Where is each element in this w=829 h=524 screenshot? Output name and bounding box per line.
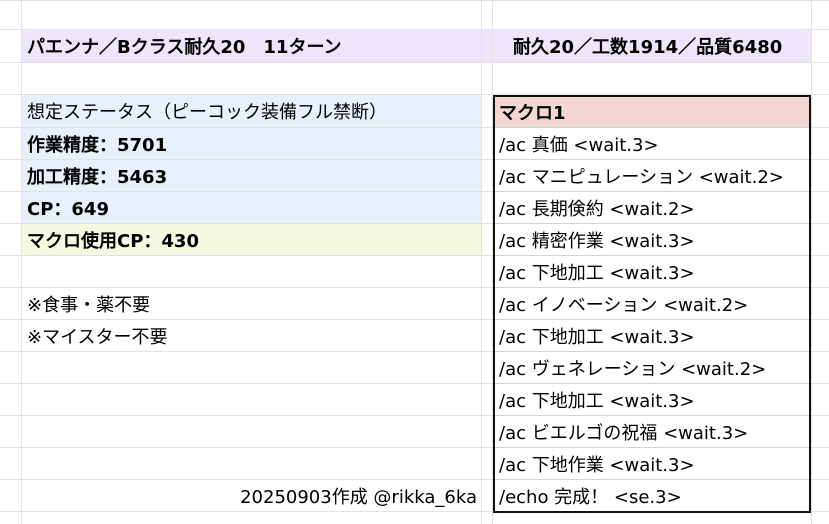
grid-line [481,0,482,524]
cp-cell[interactable]: CP：649 [22,192,481,223]
recipe-title-cell[interactable]: パエンナ／Bクラス耐久20 11ターン [22,30,481,62]
control-cell[interactable]: 加工精度：5463 [22,160,481,191]
macro-divider [493,223,811,224]
recipe-stats-cell[interactable]: 耐久20／工数1914／品質6480 [493,30,811,62]
macro-command: /ac マニピュレーション <wait.2> [499,166,784,188]
macro-heading-cell[interactable]: マクロ1 [493,96,811,127]
macro-line[interactable]: /ac 下地作業 <wait.3> [493,448,811,479]
note-meister: ※マイスター不要 [27,326,168,348]
macro-command: /ac 下地加工 <wait.3> [499,390,695,412]
macro-command: /ac ビエルゴの祝福 <wait.3> [499,422,749,444]
macro-divider [493,159,811,160]
note-meister-cell[interactable]: ※マイスター不要 [22,320,481,351]
macro-divider [493,319,811,320]
credit-cell[interactable]: 20250903作成 @rikka_6ka [22,480,481,511]
macro-line[interactable]: /ac マニピュレーション <wait.2> [493,160,811,191]
macro-command: /echo 完成！ <se.3> [499,486,682,508]
macro-command: /ac 下地加工 <wait.3> [499,262,695,284]
status-heading-cell[interactable]: 想定ステータス（ピーコック装備フル禁断） [22,95,481,127]
macro-line[interactable]: /ac イノベーション <wait.2> [493,288,811,319]
macro-command: /ac イノベーション <wait.2> [499,294,749,316]
craftsmanship-value: 作業精度：5701 [27,134,168,156]
control-value: 加工精度：5463 [27,166,168,188]
macro-divider [493,255,811,256]
credit-text: 20250903作成 @rikka_6ka [240,486,477,508]
macro-heading: マクロ1 [499,102,566,124]
macro-divider [493,287,811,288]
macro-divider [493,383,811,384]
macro-line[interactable]: /ac 下地加工 <wait.3> [493,256,811,287]
macro-divider [493,447,811,448]
macro-command: /ac 下地作業 <wait.3> [499,454,695,476]
macro-line[interactable]: /echo 完成！ <se.3> [493,480,811,511]
grid-line [21,0,22,524]
macro-line[interactable]: /ac 長期倹約 <wait.2> [493,192,811,223]
macro-command: /ac 精密作業 <wait.3> [499,230,695,252]
recipe-stats: 耐久20／工数1914／品質6480 [513,37,783,58]
grid-line [0,511,829,512]
macro-command: /ac 長期倹約 <wait.2> [499,198,695,220]
macro-line[interactable]: /ac 真価 <wait.3> [493,128,811,159]
grid-line [0,62,829,63]
macro-command: /ac ヴェネレーション <wait.2> [499,358,767,380]
macro-line[interactable]: /ac 下地加工 <wait.3> [493,384,811,415]
macro-command: /ac 真価 <wait.3> [499,134,659,156]
macro-line[interactable]: /ac ビエルゴの祝福 <wait.3> [493,416,811,447]
macro-cp-cell[interactable]: マクロ使用CP：430 [22,224,481,255]
macro-divider [493,479,811,480]
macro-divider [493,415,811,416]
grid-line [0,0,829,1]
grid-line [811,0,812,524]
macro-divider [493,351,811,352]
cp-value: CP：649 [27,198,109,220]
macro-command: /ac 下地加工 <wait.3> [499,326,695,348]
macro-line[interactable]: /ac ヴェネレーション <wait.2> [493,352,811,383]
macro-line[interactable]: /ac 下地加工 <wait.3> [493,320,811,351]
title-spacer-cell [482,30,492,62]
macro-divider [493,191,811,192]
note-food: ※食事・薬不要 [27,294,151,316]
recipe-title: パエンナ／Bクラス耐久20 11ターン [27,37,342,58]
status-heading: 想定ステータス（ピーコック装備フル禁断） [27,102,387,123]
macro-cp-value: マクロ使用CP：430 [27,230,199,252]
macro-divider [493,127,811,128]
spreadsheet-grid: パエンナ／Bクラス耐久20 11ターン 耐久20／工数1914／品質6480 想… [0,0,829,524]
macro-line[interactable]: /ac 精密作業 <wait.3> [493,224,811,255]
craftsmanship-cell[interactable]: 作業精度：5701 [22,128,481,159]
note-food-cell[interactable]: ※食事・薬不要 [22,288,481,319]
